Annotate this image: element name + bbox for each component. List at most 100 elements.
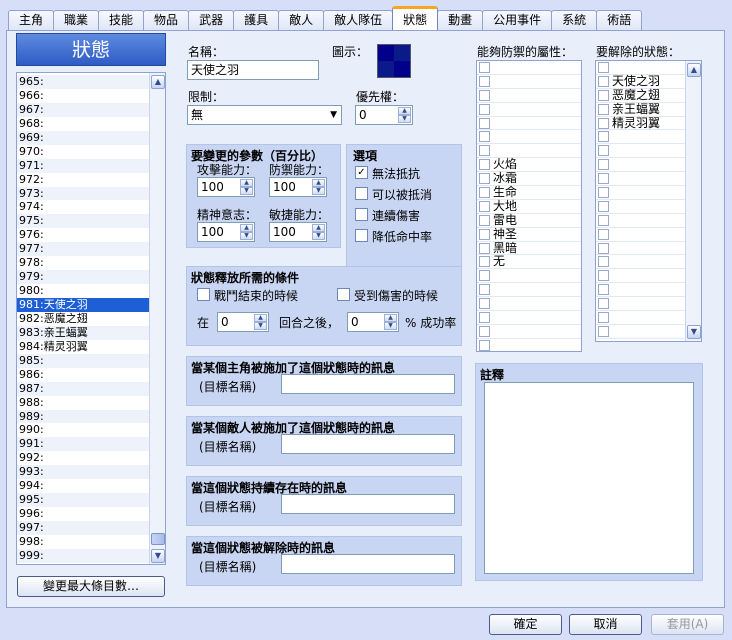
tab-11[interactable]: 系統 <box>551 10 598 30</box>
list-item[interactable]: 980: <box>17 284 149 298</box>
item-checkbox[interactable] <box>598 159 609 171</box>
item-checkbox[interactable] <box>598 200 609 212</box>
list-item[interactable]: 993: <box>17 465 149 480</box>
spin-up-icon[interactable]: ▲ <box>312 224 325 232</box>
battle-end-checkbox[interactable] <box>197 288 210 301</box>
item-checkbox[interactable] <box>479 312 490 324</box>
list-item[interactable]: 967: <box>17 102 149 117</box>
tab-1[interactable]: 職業 <box>53 10 100 30</box>
item-checkbox[interactable] <box>598 145 609 157</box>
list-item[interactable] <box>596 130 686 145</box>
state-icon-picker[interactable] <box>377 44 411 78</box>
tab-2[interactable]: 技能 <box>98 10 145 30</box>
list-item[interactable]: 965: <box>17 75 149 89</box>
list-item[interactable]: 969: <box>17 130 149 145</box>
list-item[interactable] <box>477 89 581 103</box>
tab-0[interactable]: 主角 <box>8 10 55 30</box>
scroll-thumb[interactable] <box>151 533 165 545</box>
tab-4[interactable]: 武器 <box>188 10 235 30</box>
ok-button[interactable]: 確定 <box>489 614 562 635</box>
list-item[interactable] <box>596 311 686 325</box>
list-item[interactable] <box>477 325 581 339</box>
list-item[interactable]: 995: <box>17 493 149 508</box>
spin-down-icon[interactable]: ▼ <box>312 187 325 195</box>
spin-down-icon[interactable]: ▼ <box>398 115 411 123</box>
list-item[interactable] <box>477 339 581 351</box>
list-item[interactable] <box>596 228 686 242</box>
list-item[interactable]: 神圣 <box>477 227 581 242</box>
item-checkbox[interactable] <box>598 242 609 254</box>
item-checkbox[interactable] <box>598 117 609 129</box>
list-item[interactable] <box>596 255 686 270</box>
list-item[interactable]: 天使之羽 <box>596 74 686 89</box>
spin-down-icon[interactable]: ▼ <box>240 232 253 240</box>
item-checkbox[interactable] <box>598 214 609 226</box>
tab-10[interactable]: 公用事件 <box>482 10 553 30</box>
change-max-button[interactable]: 變更最大條目數… <box>17 576 165 597</box>
list-item[interactable]: 999: <box>17 548 149 563</box>
list-item[interactable]: 988: <box>17 396 149 410</box>
list-item[interactable] <box>596 214 686 228</box>
item-checkbox[interactable] <box>598 103 609 115</box>
tab-8[interactable]: 狀態 <box>392 6 439 30</box>
spin-up-icon[interactable]: ▲ <box>254 314 267 322</box>
item-checkbox[interactable] <box>479 159 490 171</box>
list-item[interactable] <box>596 158 686 173</box>
item-checkbox[interactable] <box>479 284 490 296</box>
spin-down-icon[interactable]: ▼ <box>384 322 397 330</box>
item-checkbox[interactable] <box>598 256 609 268</box>
list-item[interactable]: 983:亲王蝠翼 <box>17 325 149 340</box>
list-item[interactable]: 970: <box>17 145 149 159</box>
option-checkbox[interactable] <box>355 229 368 242</box>
list-item[interactable] <box>596 186 686 200</box>
defense-spinner[interactable]: 100 ▲ ▼ <box>269 177 327 197</box>
item-checkbox[interactable] <box>479 187 490 199</box>
cancel-button[interactable]: 取消 <box>569 614 642 635</box>
list-item[interactable]: 984:精灵羽翼 <box>17 340 149 354</box>
item-checkbox[interactable] <box>598 270 609 282</box>
list-item[interactable]: 大地 <box>477 199 581 214</box>
option-checkbox[interactable] <box>355 187 368 200</box>
list-item[interactable]: 992: <box>17 451 149 465</box>
option-checkbox[interactable] <box>355 208 368 221</box>
tab-3[interactable]: 物品 <box>143 10 190 30</box>
scroll-down-icon[interactable]: ▼ <box>687 325 701 339</box>
list-item[interactable]: 973: <box>17 186 149 201</box>
list-item[interactable]: 966: <box>17 89 149 103</box>
spin-down-icon[interactable]: ▼ <box>240 187 253 195</box>
priority-spinner[interactable]: 0 ▲ ▼ <box>355 105 413 125</box>
list-item[interactable]: 975: <box>17 214 149 229</box>
item-checkbox[interactable] <box>479 298 490 310</box>
item-checkbox[interactable] <box>479 145 490 157</box>
list-item[interactable] <box>596 172 686 187</box>
item-checkbox[interactable] <box>479 117 490 129</box>
list-item[interactable] <box>596 144 686 159</box>
percent-spinner[interactable]: 0 ▲ ▼ <box>347 312 399 332</box>
msg-persist-input[interactable] <box>281 494 455 514</box>
item-checkbox[interactable] <box>479 256 490 268</box>
scroll-up-icon[interactable]: ▲ <box>687 63 701 77</box>
spin-up-icon[interactable]: ▲ <box>398 107 411 115</box>
list-item[interactable]: 981:天使之羽 <box>17 298 149 312</box>
list-item[interactable]: 974: <box>17 200 149 214</box>
item-checkbox[interactable] <box>598 284 609 296</box>
list-item[interactable]: 976: <box>17 228 149 242</box>
item-checkbox[interactable] <box>479 62 490 73</box>
list-item[interactable] <box>596 242 686 256</box>
list-item[interactable]: 雷电 <box>477 213 581 228</box>
remove-list[interactable]: 天使之羽 恶魔之翅 亲王蝠翼 精灵羽翼 ▲ ▼ <box>595 60 702 342</box>
list-item[interactable] <box>477 311 581 325</box>
list-item[interactable] <box>596 297 686 312</box>
item-checkbox[interactable] <box>479 214 490 226</box>
turns-spinner[interactable]: 0 ▲ ▼ <box>217 312 269 332</box>
item-checkbox[interactable] <box>598 187 609 199</box>
item-checkbox[interactable] <box>598 89 609 101</box>
list-item[interactable]: 979: <box>17 270 149 285</box>
spin-up-icon[interactable]: ▲ <box>240 179 253 187</box>
item-checkbox[interactable] <box>479 325 490 337</box>
list-item[interactable] <box>477 297 581 312</box>
list-item[interactable]: 黑暗 <box>477 241 581 256</box>
item-checkbox[interactable] <box>598 312 609 324</box>
list-item[interactable]: 990: <box>17 423 149 437</box>
list-item[interactable]: 972: <box>17 173 149 187</box>
